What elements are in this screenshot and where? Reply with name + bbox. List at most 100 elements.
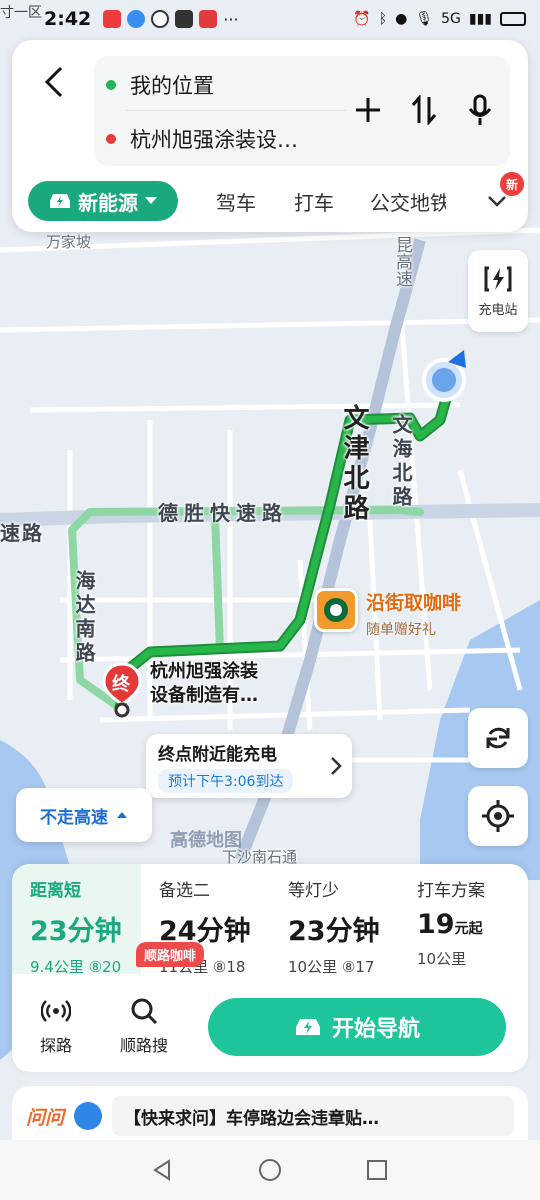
map-label-wenhai: 文海北路 — [389, 414, 413, 510]
start-navigation-button[interactable]: 开始导航 — [208, 998, 506, 1056]
ev-car-icon — [295, 1019, 320, 1035]
destination-pin-label: 终 — [112, 674, 130, 695]
route-preference-button[interactable]: 不走高速 — [16, 788, 152, 842]
route-options: 距离短 23分钟 9.4公里 ⑧20 备选二 24分钟 11公里 ⑧18 等灯少… — [12, 864, 528, 976]
plus-icon — [356, 98, 380, 122]
app-notify-icon — [199, 10, 218, 28]
coffee-poi-sub: 随单赠好礼 — [366, 622, 436, 638]
radar-icon — [41, 1000, 71, 1022]
locate-button[interactable] — [468, 786, 528, 846]
tab-transit[interactable]: 公交地铁 — [370, 187, 446, 216]
map-label-su-road: 速路 — [0, 521, 44, 545]
swap-button[interactable] — [406, 90, 442, 130]
route-option-duration: 23分钟 — [30, 916, 122, 947]
destination-field[interactable]: 杭州旭强涂装设… — [94, 114, 298, 164]
caret-up-icon — [117, 812, 127, 818]
route-option-shortest[interactable]: 距离短 23分钟 9.4公里 ⑧20 — [12, 864, 141, 976]
voice-input-button[interactable] — [462, 90, 498, 130]
map-label-wenjin: 文津北路 — [339, 404, 369, 524]
add-waypoint-button[interactable] — [350, 90, 386, 130]
traffic-light-icon: ⑧ — [341, 958, 356, 976]
route-option-label: 备选二 — [159, 881, 210, 901]
caret-down-icon — [145, 197, 157, 204]
status-bar: 寸一区 2:42 ··· ⏰ ᛒ ● 🎙 5G ▮▮▮ — [0, 0, 540, 38]
traffic-light-icon: ⑧ — [212, 958, 227, 976]
notification-icons: ··· — [103, 9, 239, 29]
tab-new-energy[interactable]: 新能源 — [28, 181, 178, 221]
more-notifications-icon: ··· — [223, 9, 239, 29]
refresh-route-button[interactable] — [468, 708, 528, 768]
explore-route-button[interactable]: 探路 — [12, 996, 100, 1056]
ask-community-bar[interactable]: 问问 【快来求问】车停路边会违章贴… — [12, 1086, 528, 1146]
signal-icon: ▮▮▮ — [468, 11, 492, 27]
route-preference-label: 不走高速 — [40, 807, 108, 828]
destination-label-line2: 设备制造有… — [150, 685, 258, 706]
origin-dot-icon — [106, 80, 116, 90]
nav-recents-icon[interactable] — [365, 1158, 389, 1182]
along-route-search-button[interactable]: 顺路搜 — [100, 996, 188, 1056]
od-divider — [126, 110, 346, 111]
travel-mode-tabs: 新能源 驾车 打车 公交地铁 新 — [28, 172, 524, 221]
ask-logo: 问问 — [26, 1106, 65, 1129]
along-coffee-badge: 顺路咖啡 — [136, 942, 205, 967]
route-option-meta: 9.4公里 ⑧20 — [30, 958, 122, 976]
route-option-label: 等灯少 — [288, 881, 339, 901]
route-option-label: 打车方案 — [417, 881, 485, 901]
along-search-label: 顺路搜 — [119, 1036, 168, 1055]
network-label: 5G — [441, 11, 461, 27]
origin-text: 我的位置 — [130, 74, 214, 98]
charging-icon — [484, 266, 512, 291]
route-option-meta: 10公里 ⑧17 — [288, 958, 375, 976]
traffic-light-icon: ⑧ — [88, 958, 103, 976]
start-nav-label: 开始导航 — [331, 1017, 420, 1042]
chevron-right-icon — [331, 757, 342, 775]
battery-icon — [500, 12, 526, 26]
nav-home-icon[interactable] — [258, 1158, 282, 1182]
ask-question-text[interactable]: 【快来求问】车停路边会违章贴… — [112, 1096, 514, 1136]
mic-icon: 🎙 — [415, 11, 434, 27]
coffee-poi[interactable]: 沿街取咖啡 随单赠好礼 — [314, 588, 461, 639]
chevron-down-icon — [488, 196, 506, 207]
location-icon: ● — [395, 11, 408, 27]
app-notify-icon — [127, 10, 146, 28]
app-notify-icon — [103, 10, 122, 28]
back-button[interactable] — [34, 62, 74, 102]
refresh-icon — [486, 727, 510, 749]
alarm-icon: ⏰ — [353, 11, 371, 27]
status-area-tag: 寸一区 — [0, 5, 42, 21]
destination-dot-icon — [106, 134, 116, 144]
charge-near-destination-tip[interactable]: 终点附近能充电 预计下午3:06到达 — [146, 734, 352, 798]
action-row: 探路 顺路搜 顺路咖啡 开始导航 — [12, 942, 528, 1066]
map-label-wanjiapo: 万家坡 — [46, 233, 92, 251]
map-label-haida: 海达南路 — [72, 570, 96, 666]
coffee-poi-name: 沿街取咖啡 — [366, 592, 462, 614]
charge-station-button[interactable]: 充电站 — [468, 250, 528, 332]
ev-car-icon — [50, 194, 70, 208]
route-option-taxi[interactable]: 打车方案 19元起 10公里 — [399, 864, 528, 974]
bluetooth-icon: ᛒ — [378, 11, 388, 27]
map-label-kungao: 昆高速 — [392, 236, 412, 287]
destination-label-line1: 杭州旭强涂装 — [150, 661, 258, 682]
charge-station-label: 充电站 — [478, 302, 518, 318]
destination-marker[interactable]: 终 — [100, 662, 144, 722]
system-navigation-bar — [0, 1140, 540, 1200]
route-option-duration: 23分钟 — [288, 916, 380, 947]
route-option-fewer-lights[interactable]: 等灯少 23分钟 10公里 ⑧17 — [270, 864, 399, 976]
search-icon — [131, 998, 158, 1025]
tab-taxi[interactable]: 打车 — [294, 187, 334, 216]
more-modes-button[interactable]: 新 — [482, 172, 524, 216]
explore-label: 探路 — [39, 1036, 72, 1055]
route-planner-card: 我的位置 杭州旭强涂装设… 新能源 驾车 打车 公交地铁 新 — [12, 40, 528, 232]
status-time: 2:42 — [44, 8, 92, 30]
swap-icon — [411, 95, 437, 125]
nav-back-icon[interactable] — [151, 1158, 175, 1182]
tab-drive[interactable]: 驾车 — [216, 187, 256, 216]
new-badge: 新 — [500, 172, 524, 196]
map-watermark: 高德地图 — [170, 830, 242, 851]
route-option-meta: 10公里 — [417, 950, 467, 968]
origin-destination-box: 我的位置 杭州旭强涂装设… — [94, 56, 510, 166]
origin-field[interactable]: 我的位置 — [94, 60, 214, 110]
route-options-sheet: 距离短 23分钟 9.4公里 ⑧20 备选二 24分钟 11公里 ⑧18 等灯少… — [12, 864, 528, 1072]
map-label-desheng: 德胜快速路 — [158, 501, 288, 525]
destination-text: 杭州旭强涂装设… — [130, 128, 298, 152]
